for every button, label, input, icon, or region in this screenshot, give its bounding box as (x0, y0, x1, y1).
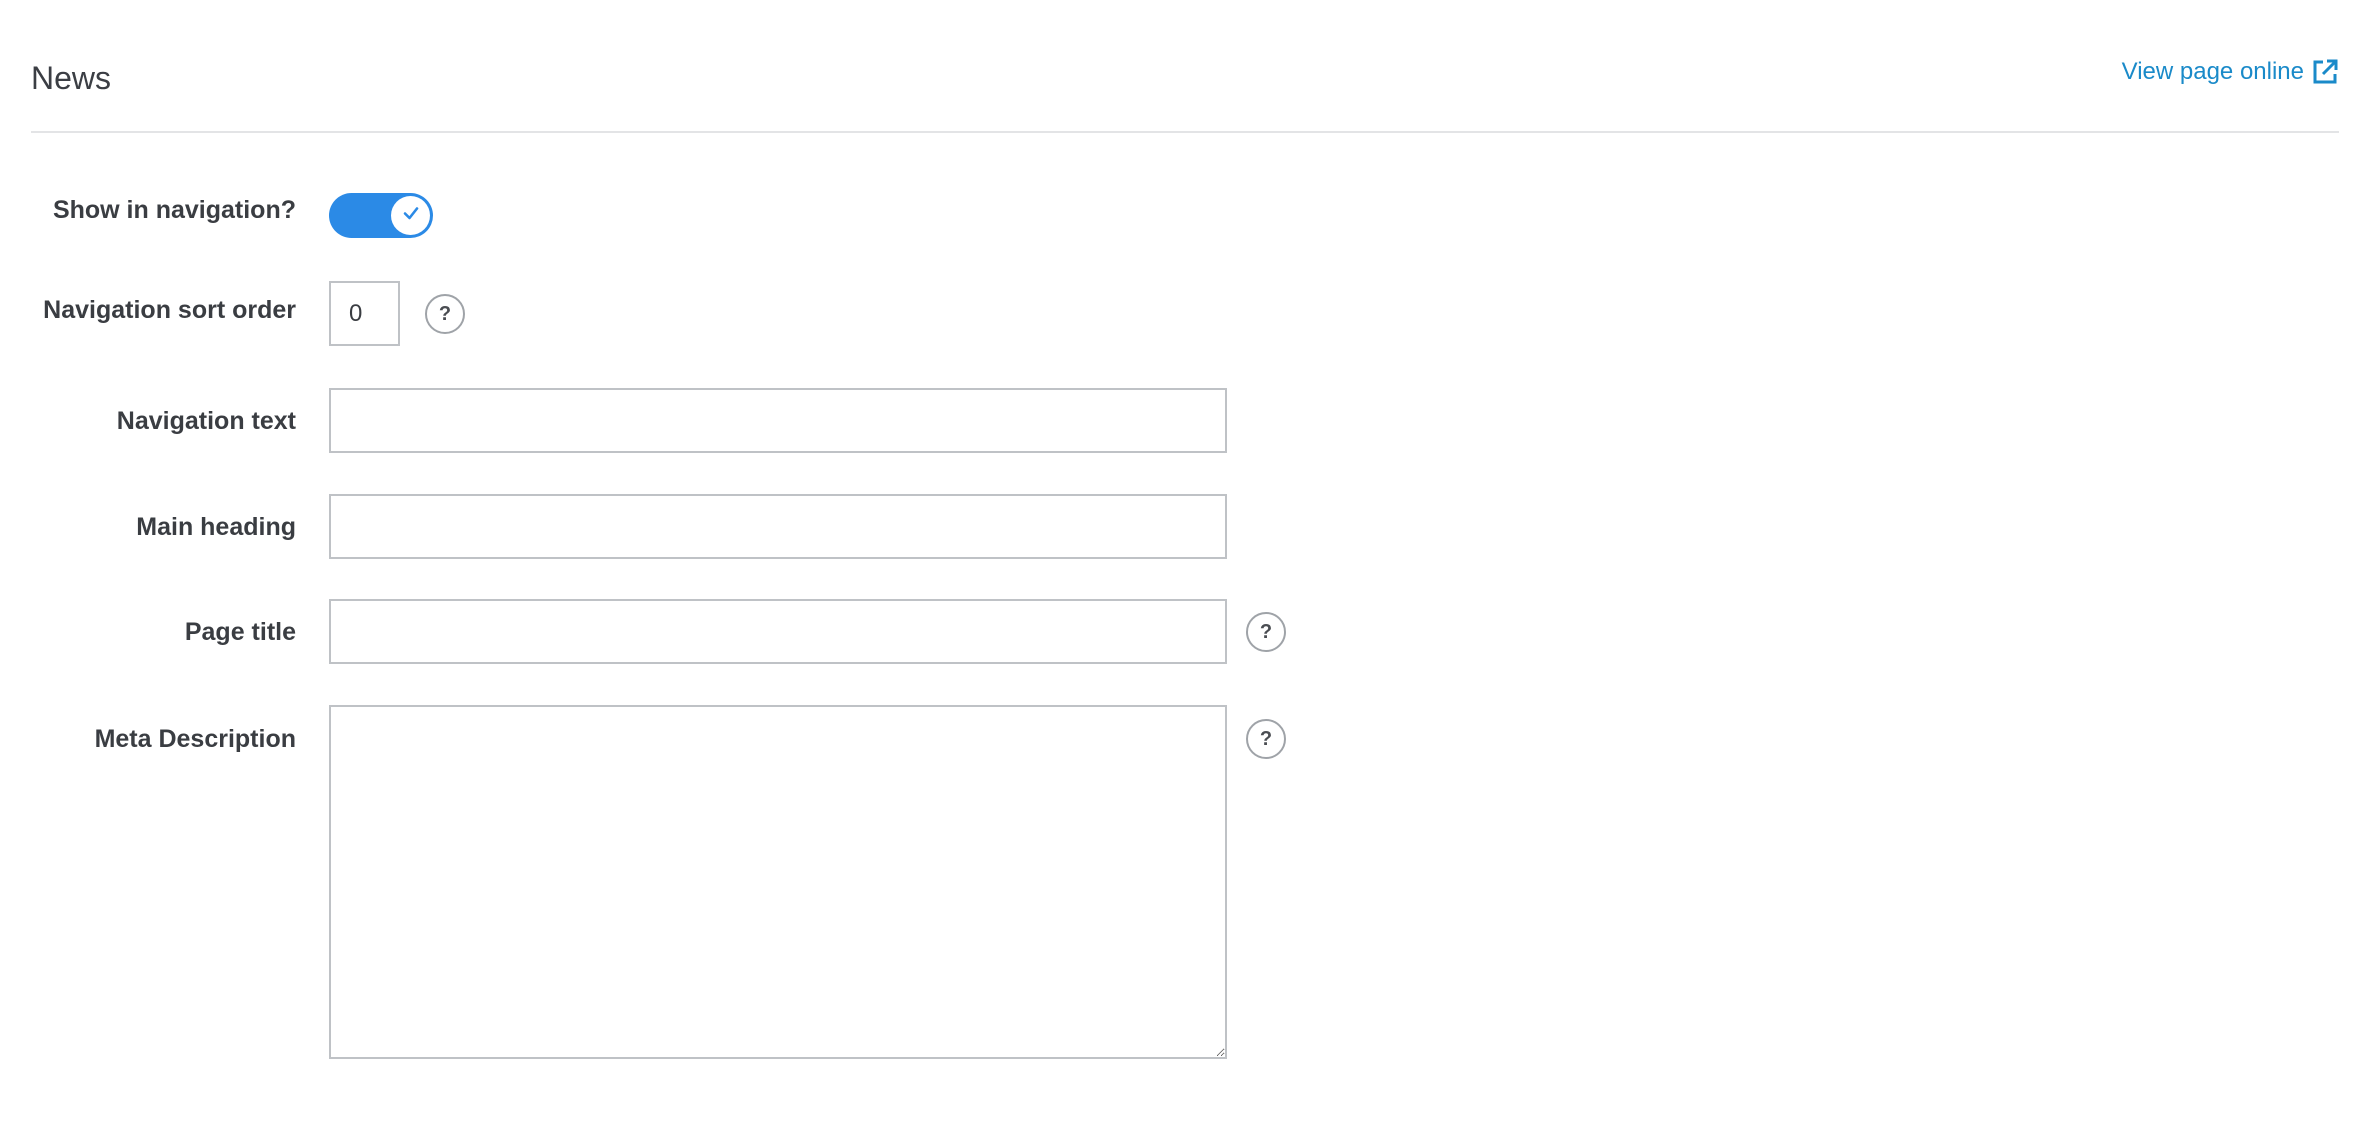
sort-order-help-icon[interactable]: ? (425, 294, 465, 334)
show-in-navigation-toggle[interactable] (329, 193, 433, 238)
meta-description-textarea[interactable] (329, 705, 1227, 1059)
check-icon (402, 204, 420, 227)
meta-description-label: Meta Description (94, 725, 296, 753)
page-title-input[interactable] (329, 599, 1227, 664)
navigation-text-input[interactable] (329, 388, 1227, 453)
page-title-label: Page title (184, 618, 296, 646)
toggle-knob (391, 196, 430, 235)
external-link-icon (2311, 58, 2339, 86)
main-heading-input[interactable] (329, 494, 1227, 559)
navigation-text-label: Navigation text (116, 407, 296, 435)
page-title-help-icon[interactable]: ? (1246, 612, 1286, 652)
page-title: News (31, 60, 112, 96)
view-page-online-label: View page online (2121, 58, 2304, 85)
navigation-sort-order-label: Navigation sort order (43, 296, 296, 324)
main-heading-label: Main heading (136, 513, 296, 541)
view-page-online-link[interactable]: View page online (2122, 56, 2339, 88)
page: News View page online Show in navigation… (0, 0, 2370, 1122)
navigation-sort-order-input[interactable] (329, 281, 400, 346)
page-header: News View page online (31, 0, 2339, 133)
show-in-navigation-label: Show in navigation? (52, 196, 296, 224)
meta-description-help-icon[interactable]: ? (1246, 719, 1286, 759)
